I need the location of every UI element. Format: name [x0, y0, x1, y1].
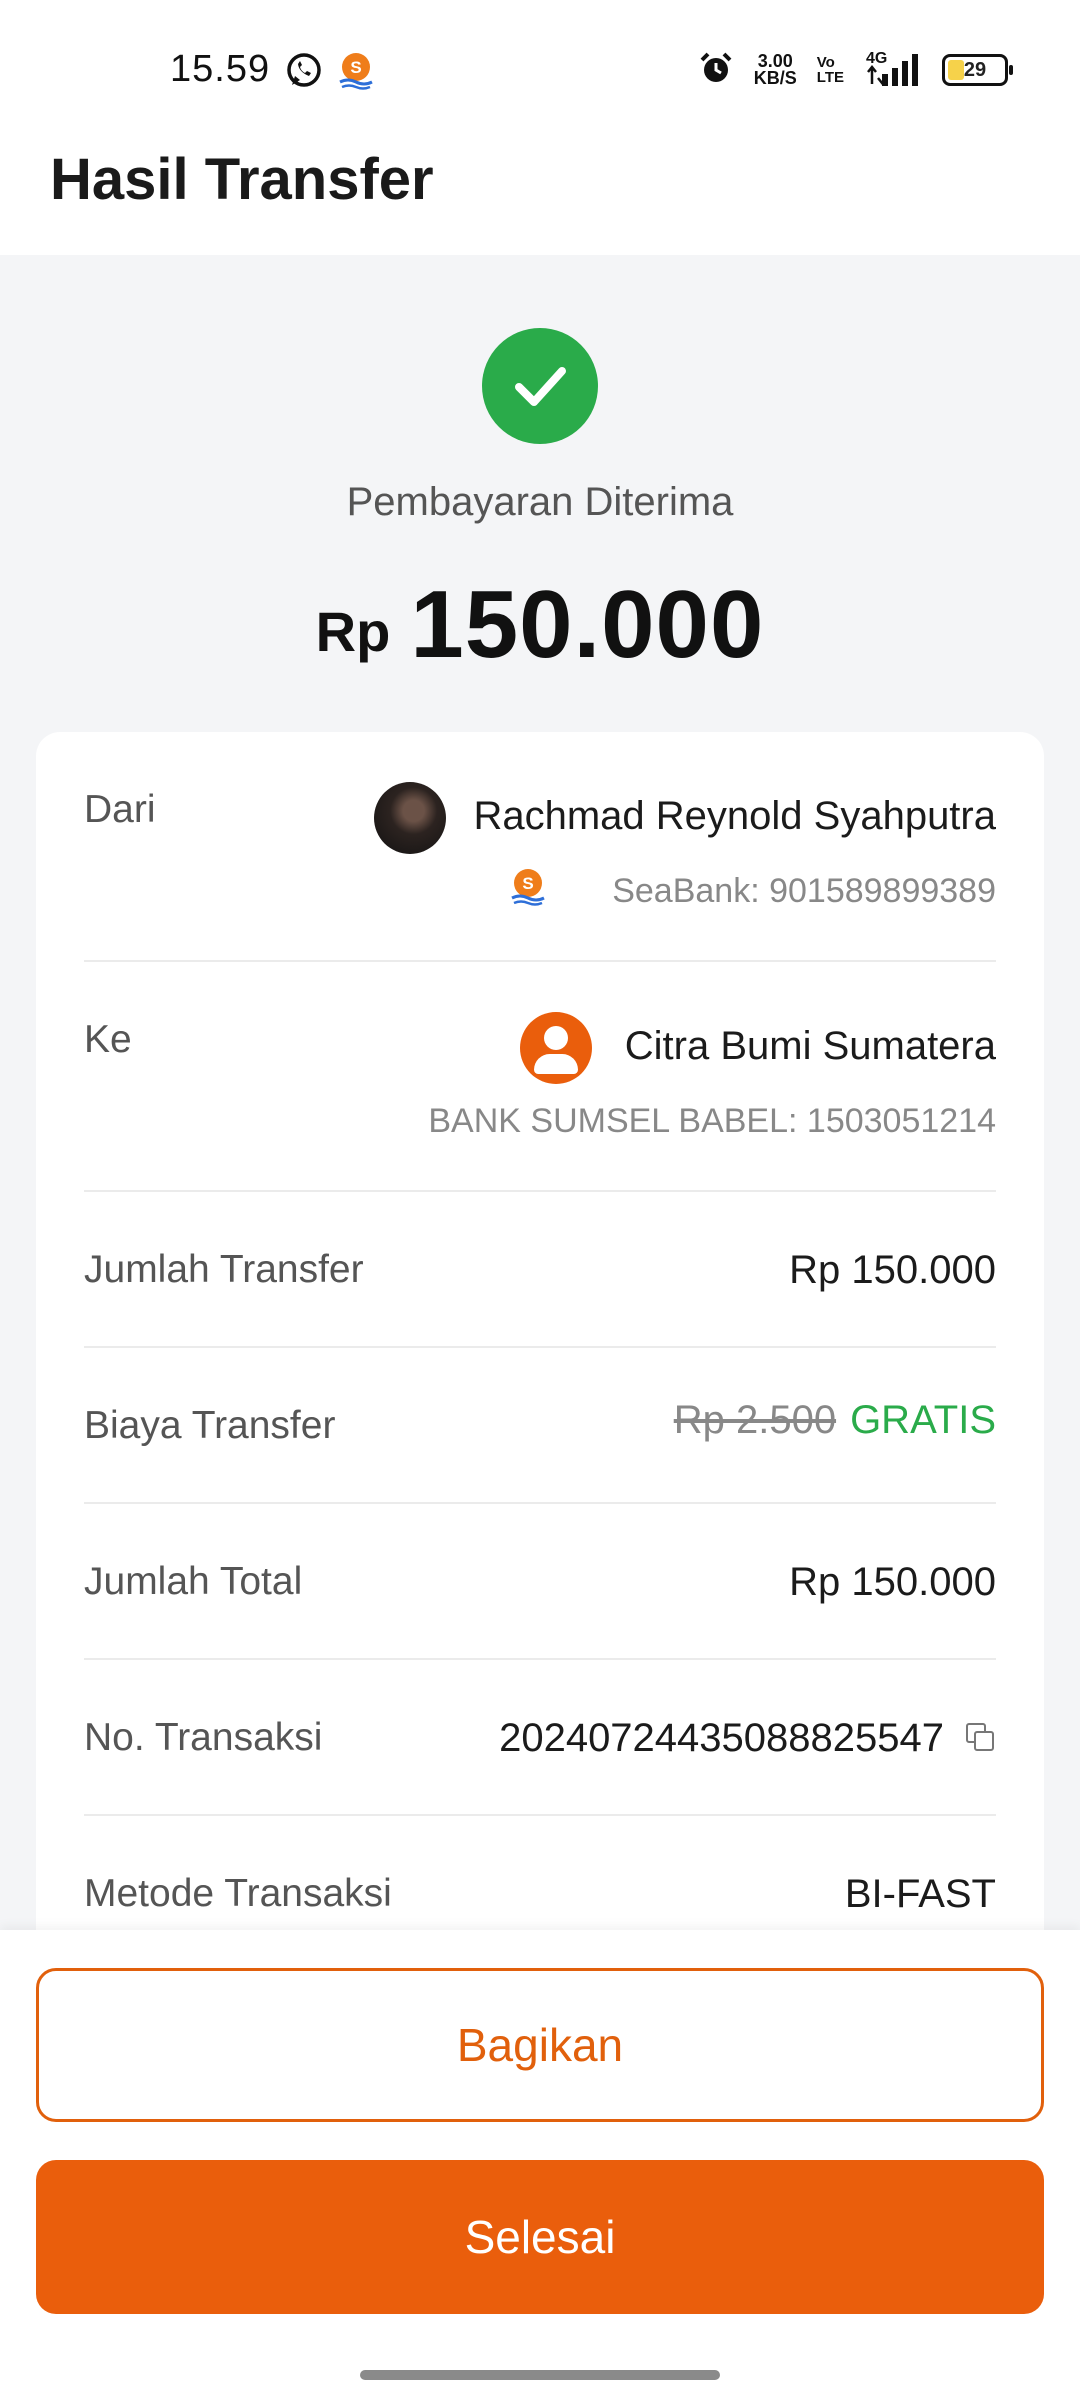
from-label: Dari — [84, 788, 156, 831]
signal-icon: 4G — [864, 50, 922, 88]
recipient-avatar-icon — [520, 1012, 592, 1084]
volte-bottom: LTE — [816, 69, 844, 86]
method-value: BI-FAST — [844, 1872, 996, 1916]
detail-row-transfer-fee: Biaya Transfer Rp 2.500 GRATIS — [84, 1348, 996, 1504]
svg-text:S: S — [350, 58, 361, 77]
battery-level: 29 — [963, 58, 987, 81]
bottom-action-bar: Bagikan Selesai — [0, 1930, 1080, 2400]
transaction-no-label: No. Transaksi — [84, 1716, 323, 1759]
alarm-icon — [698, 50, 734, 91]
transaction-no-text: 20240724435088825547 — [499, 1716, 944, 1760]
sender-name: Rachmad Reynold Syahputra — [473, 794, 996, 838]
seabank-icon: S — [508, 866, 548, 911]
sender-avatar — [374, 782, 446, 854]
transaction-no-value: 20240724435088825547 — [499, 1716, 996, 1761]
total-label: Jumlah Total — [84, 1560, 303, 1603]
success-check-icon — [482, 328, 598, 444]
recipient-account: BANK SUMSEL BABEL: 1503051214 — [428, 1102, 996, 1140]
status-indicators: 3.00 KB/S Vo LTE 4G 29 — [698, 46, 1013, 94]
network-speed-unit: KB/S — [753, 68, 797, 88]
method-label: Metode Transaksi — [84, 1872, 392, 1915]
copy-icon[interactable] — [966, 1723, 996, 1753]
transfer-fee-original: Rp 2.500 — [673, 1398, 837, 1442]
battery-icon: 29 — [942, 54, 1013, 86]
done-button[interactable]: Selesai — [36, 2160, 1044, 2314]
status-bar: 15.59 S 3.00 KB/S Vo LTE 4G 29 — [0, 0, 1080, 140]
detail-row-from: Dari Rachmad Reynold Syahputra S SeaBank… — [84, 732, 996, 962]
payment-status: Pembayaran Diterima — [346, 480, 734, 524]
total-value: Rp 150.000 — [789, 1560, 996, 1604]
status-time: 15.59 — [170, 48, 271, 90]
whatsapp-icon — [284, 50, 324, 95]
detail-row-to: Ke Citra Bumi Sumatera BANK SUMSEL BABEL… — [84, 962, 996, 1192]
recipient-name: Citra Bumi Sumatera — [624, 1024, 996, 1068]
detail-row-transfer-amount: Jumlah Transfer Rp 150.000 — [84, 1192, 996, 1348]
transfer-amount-value: Rp 150.000 — [789, 1248, 996, 1292]
transfer-details-card: Dari Rachmad Reynold Syahputra S SeaBank… — [36, 732, 1044, 1962]
sender-account: SeaBank: 901589899389 — [612, 872, 996, 910]
svg-text:S: S — [522, 874, 533, 893]
home-indicator[interactable] — [360, 2370, 720, 2380]
transfer-fee-free: GRATIS — [850, 1398, 996, 1442]
detail-row-total: Jumlah Total Rp 150.000 — [84, 1504, 996, 1660]
page-title: Hasil Transfer — [50, 147, 434, 212]
volte-indicator: Vo LTE — [817, 55, 844, 85]
payment-amount: Rp 150.000 — [0, 570, 1080, 680]
transfer-fee-value: Rp 2.500 GRATIS — [674, 1398, 996, 1443]
detail-row-transaction-no: No. Transaksi 20240724435088825547 — [84, 1660, 996, 1816]
to-label: Ke — [84, 1018, 132, 1061]
transfer-amount-label: Jumlah Transfer — [84, 1248, 364, 1291]
transfer-fee-label: Biaya Transfer — [84, 1404, 336, 1447]
seabank-icon: S — [336, 50, 376, 95]
app-header: Hasil Transfer — [0, 140, 1080, 255]
amount-value: 150.000 — [410, 571, 765, 678]
share-button[interactable]: Bagikan — [36, 1968, 1044, 2122]
amount-currency: Rp — [315, 600, 391, 663]
network-speed: 3.00 KB/S — [753, 52, 797, 88]
